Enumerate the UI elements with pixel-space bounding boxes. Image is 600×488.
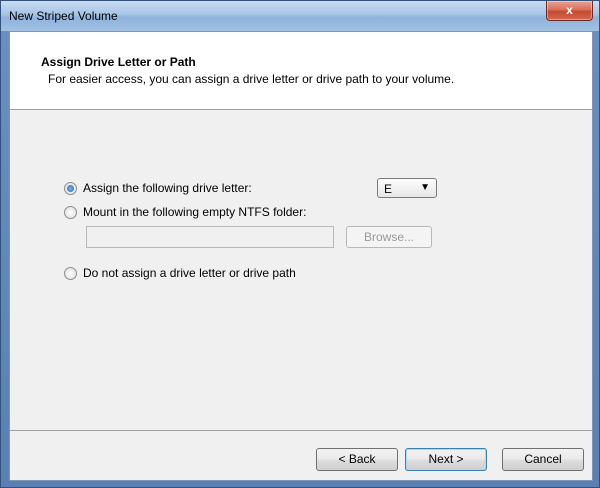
chevron-down-icon: ▼ (420, 182, 430, 193)
browse-button: Browse... (346, 226, 432, 248)
no-assign-option[interactable]: Do not assign a drive letter or drive pa… (64, 265, 296, 281)
page-title: Assign Drive Letter or Path (41, 55, 196, 69)
mount-folder-option[interactable]: Mount in the following empty NTFS folder… (64, 204, 306, 220)
mount-folder-radio[interactable] (64, 205, 77, 219)
title-bar[interactable]: New Striped Volume x (1, 1, 599, 31)
footer-divider (10, 430, 592, 431)
dialog-window: New Striped Volume x Assign Drive Letter… (0, 0, 600, 488)
next-button[interactable]: Next > (405, 448, 487, 471)
no-assign-radio[interactable] (64, 266, 77, 280)
dialog-body: Assign Drive Letter or Path For easier a… (9, 31, 593, 481)
assign-letter-radio[interactable] (64, 181, 77, 195)
assign-letter-option[interactable]: Assign the following drive letter: (64, 180, 252, 196)
close-icon: x (566, 3, 573, 17)
wizard-header: Assign Drive Letter or Path For easier a… (10, 32, 592, 110)
window-title: New Striped Volume (9, 9, 118, 23)
folder-path-input (86, 226, 334, 248)
back-button[interactable]: < Back (316, 448, 398, 471)
assign-letter-label[interactable]: Assign the following drive letter: (83, 181, 252, 195)
no-assign-label[interactable]: Do not assign a drive letter or drive pa… (83, 266, 296, 280)
mount-folder-label[interactable]: Mount in the following empty NTFS folder… (83, 205, 306, 219)
drive-letter-value: E (384, 182, 393, 196)
drive-letter-select[interactable]: E ▼ (377, 178, 437, 198)
close-button[interactable]: x (546, 1, 593, 21)
page-subtitle: For easier access, you can assign a driv… (48, 72, 455, 86)
cancel-button[interactable]: Cancel (502, 448, 584, 471)
